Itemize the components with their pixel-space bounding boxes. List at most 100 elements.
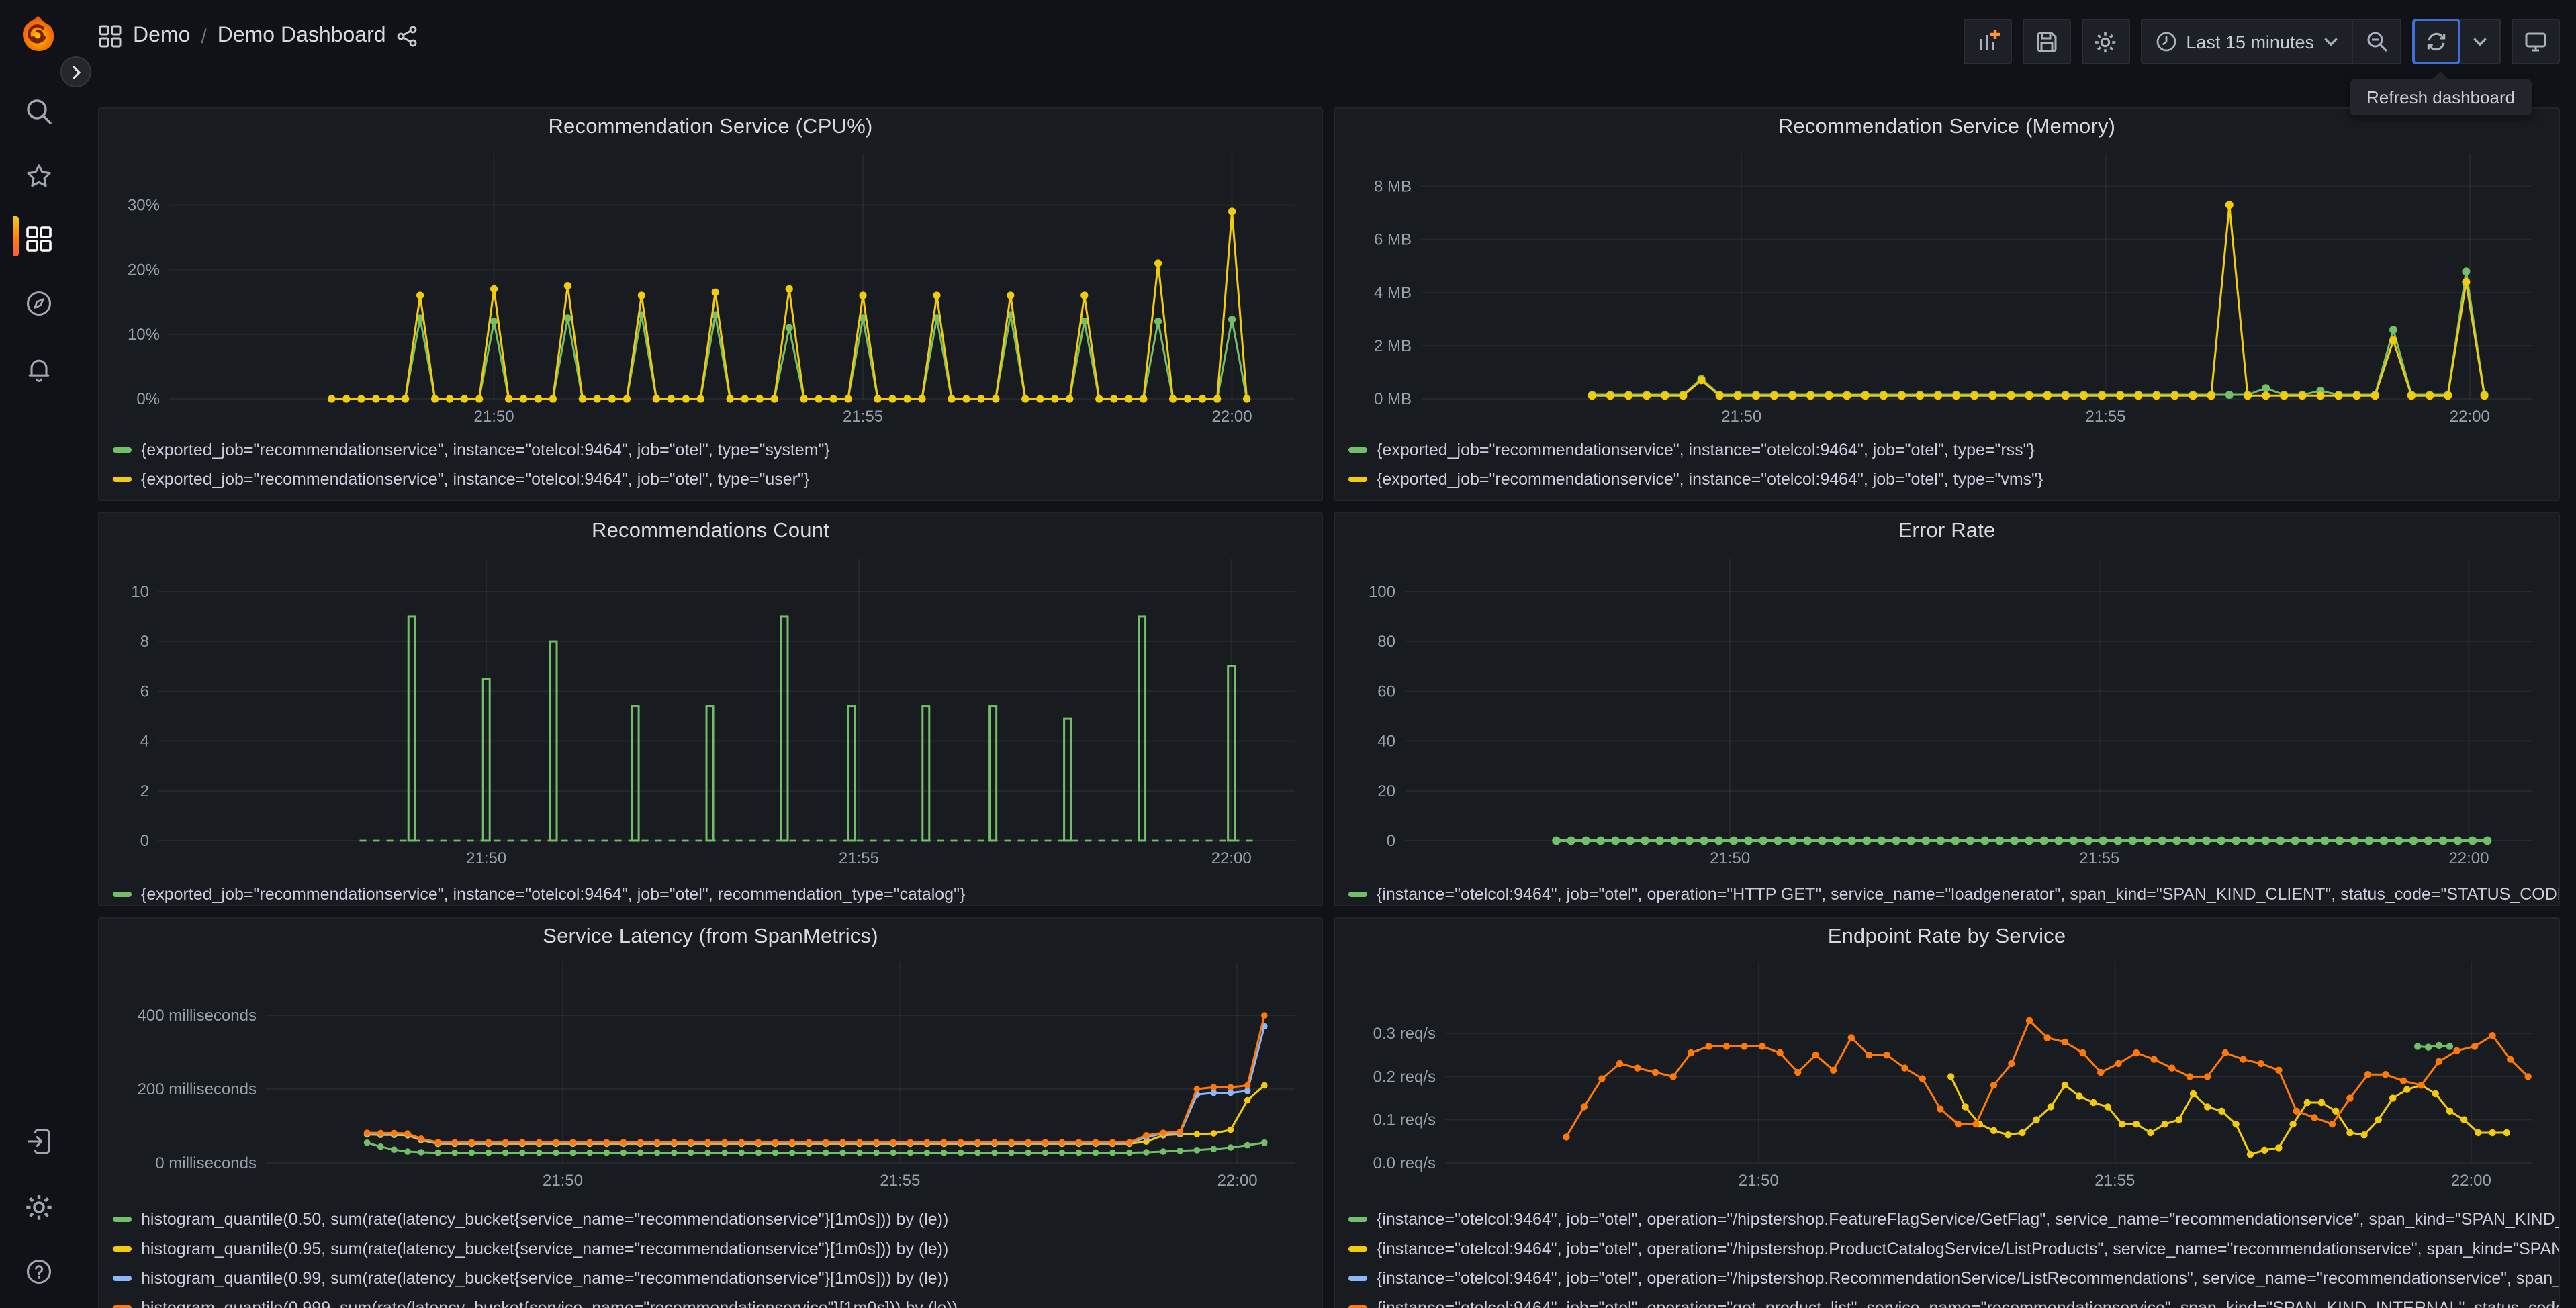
sidebar-item-search[interactable] [13, 86, 63, 136]
svg-text:8 MB: 8 MB [1374, 178, 1412, 196]
legend: {instance="otelcol:9464", job="otel", op… [1348, 1205, 2559, 1308]
legend-swatch [1348, 1217, 1367, 1222]
sidebar-expand-button[interactable] [60, 56, 91, 87]
svg-text:10%: 10% [128, 326, 160, 344]
bell-icon [28, 359, 49, 381]
grafana-logo-icon[interactable] [16, 13, 59, 56]
breadcrumb-separator: / [201, 25, 207, 48]
zoom-out-time-button[interactable] [2353, 19, 2401, 64]
share-icon[interactable] [397, 26, 418, 47]
panel-service-latency: Service Latency (from SpanMetrics) 400 m… [98, 917, 1323, 1308]
time-series-plot[interactable]: 8 MB 6 MB 4 MB 2 MB 0 MB 21:50 21:55 22:00 [1346, 146, 2548, 428]
svg-text:0%: 0% [136, 390, 160, 408]
svg-text:0.3 req/s: 0.3 req/s [1373, 1025, 1436, 1043]
svg-text:60: 60 [1377, 682, 1395, 700]
legend-label[interactable]: {exported_job="recommendationservice", i… [141, 470, 809, 489]
refresh-controls [2412, 19, 2501, 64]
refresh-interval-dropdown[interactable] [2460, 19, 2501, 64]
svg-text:21:55: 21:55 [2085, 408, 2125, 426]
panel-endpoint-rate: Endpoint Rate by Service 0.3 req/s 0.2 re… [1334, 917, 2560, 1308]
panel-title[interactable]: Recommendation Service (CPU%) [99, 109, 1322, 146]
legend: {exported_job="recommendationservice", i… [113, 435, 1322, 494]
legend: {exported_job="recommendationservice", i… [1348, 435, 2559, 494]
dashboard-grid-icon [99, 25, 122, 48]
legend-swatch [113, 892, 132, 897]
svg-text:2 MB: 2 MB [1374, 337, 1412, 355]
svg-text:21:50: 21:50 [543, 1172, 583, 1190]
legend-swatch [113, 477, 132, 482]
time-range-picker[interactable]: Last 15 minutes [2140, 19, 2353, 64]
legend: {exported_job="recommendationservice", i… [113, 880, 1322, 905]
star-icon [26, 163, 50, 187]
compass-icon [26, 290, 51, 316]
svg-text:21:55: 21:55 [880, 1172, 920, 1190]
svg-text:22:00: 22:00 [1217, 1172, 1258, 1190]
svg-text:21:50: 21:50 [1739, 1172, 1779, 1190]
svg-text:0.0 req/s: 0.0 req/s [1373, 1154, 1436, 1172]
top-nav: Demo / Demo Dashboard Last 15 minutes [0, 0, 2576, 87]
panel-title[interactable]: Error Rate [1335, 513, 2559, 551]
svg-text:4: 4 [140, 733, 149, 751]
legend-label[interactable]: histogram_quantile(0.50, sum(rate(latenc… [141, 1210, 948, 1229]
legend-swatch [113, 1276, 132, 1281]
time-controls: Last 15 minutes [2140, 19, 2401, 64]
svg-text:0 milliseconds: 0 milliseconds [155, 1154, 257, 1172]
legend-label[interactable]: {instance="otelcol:9464", job="otel", op… [1377, 1240, 2559, 1258]
legend-label[interactable]: {instance="otelcol:9464", job="otel", op… [1377, 1269, 2559, 1288]
legend-label[interactable]: {instance="otelcol:9464", job="otel", op… [1377, 1299, 2559, 1308]
svg-text:6: 6 [140, 682, 149, 700]
time-series-plot[interactable]: 0.3 req/s 0.2 req/s 0.1 req/s 0.0 req/s 21:5… [1346, 956, 2548, 1198]
svg-text:21:55: 21:55 [2095, 1172, 2135, 1190]
panel-recommendations-count: Recommendations Count 10 8 6 4 2 0 21:50 21:55 2… [98, 512, 1323, 906]
legend-label[interactable]: histogram_quantile(0.999, sum(rate(laten… [141, 1299, 958, 1308]
breadcrumb-section[interactable]: Demo [133, 24, 190, 48]
svg-text:6 MB: 6 MB [1374, 231, 1412, 249]
panel-title[interactable]: Endpoint Rate by Service [1335, 919, 2559, 956]
save-dashboard-button[interactable] [2022, 19, 2071, 64]
sidebar [0, 82, 77, 1308]
legend-label[interactable]: {exported_job="recommendationservice", i… [1377, 440, 2035, 459]
sidebar-item-sign-in[interactable] [13, 1116, 63, 1166]
legend-label[interactable]: histogram_quantile(0.95, sum(rate(latenc… [141, 1240, 948, 1258]
time-series-plot[interactable]: 10 8 6 4 2 0 21:50 21:55 22:00 [110, 551, 1311, 873]
legend-label[interactable]: {instance="otelcol:9464", job="otel", op… [1377, 885, 2559, 904]
dashboard-settings-button[interactable] [2081, 19, 2130, 64]
breadcrumb-page[interactable]: Demo Dashboard [218, 24, 386, 48]
legend-label[interactable]: {instance="otelcol:9464", job="otel", op… [1377, 1210, 2559, 1229]
svg-text:80: 80 [1377, 633, 1395, 651]
sidebar-item-alerting[interactable] [13, 344, 63, 393]
sidebar-item-starred[interactable] [13, 150, 63, 200]
sidebar-item-explore[interactable] [13, 278, 63, 328]
dashboard-grid: Recommendation Service (CPU%) 30% 20% 10% 0… [0, 82, 2576, 1308]
add-panel-button[interactable] [1963, 19, 2012, 64]
svg-text:2: 2 [140, 782, 149, 800]
sidebar-item-configuration[interactable] [13, 1182, 63, 1231]
refresh-dashboard-button[interactable] [2412, 19, 2460, 64]
svg-text:400 milliseconds: 400 milliseconds [138, 1007, 257, 1025]
legend-swatch [1348, 477, 1367, 482]
svg-text:21:50: 21:50 [466, 849, 506, 868]
dashboards-grid-icon [26, 226, 51, 251]
svg-text:0: 0 [1387, 832, 1395, 850]
panel-title[interactable]: Recommendations Count [99, 513, 1322, 551]
clock-icon [2156, 32, 2176, 52]
time-series-plot[interactable]: 100 80 60 40 20 0 21:50 21:55 22:00 [1346, 551, 2548, 873]
breadcrumb: Demo / Demo Dashboard [98, 24, 418, 48]
time-series-plot[interactable]: 30% 20% 10% 0% 21:50 21:55 22:00 [110, 146, 1311, 428]
time-series-plot[interactable]: 400 milliseconds 200 milliseconds 0 millis… [110, 956, 1311, 1198]
active-indicator [13, 216, 19, 256]
svg-text:100: 100 [1369, 583, 1395, 601]
svg-text:20: 20 [1377, 782, 1395, 800]
legend-swatch [113, 1217, 132, 1222]
legend-label[interactable]: histogram_quantile(0.99, sum(rate(latenc… [141, 1269, 948, 1288]
sidebar-item-help[interactable] [13, 1246, 63, 1296]
refresh-tooltip: Refresh dashboard [2350, 71, 2532, 115]
legend-label[interactable]: {exported_job="recommendationservice", i… [141, 885, 965, 904]
legend-label[interactable]: {exported_job="recommendationservice", i… [141, 440, 830, 459]
tv-mode-button[interactable] [2512, 19, 2560, 64]
sidebar-item-dashboards[interactable] [13, 214, 63, 263]
search-icon [26, 99, 51, 124]
svg-text:21:50: 21:50 [1710, 849, 1750, 868]
legend-label[interactable]: {exported_job="recommendationservice", i… [1377, 470, 2043, 489]
panel-title[interactable]: Service Latency (from SpanMetrics) [99, 919, 1322, 956]
